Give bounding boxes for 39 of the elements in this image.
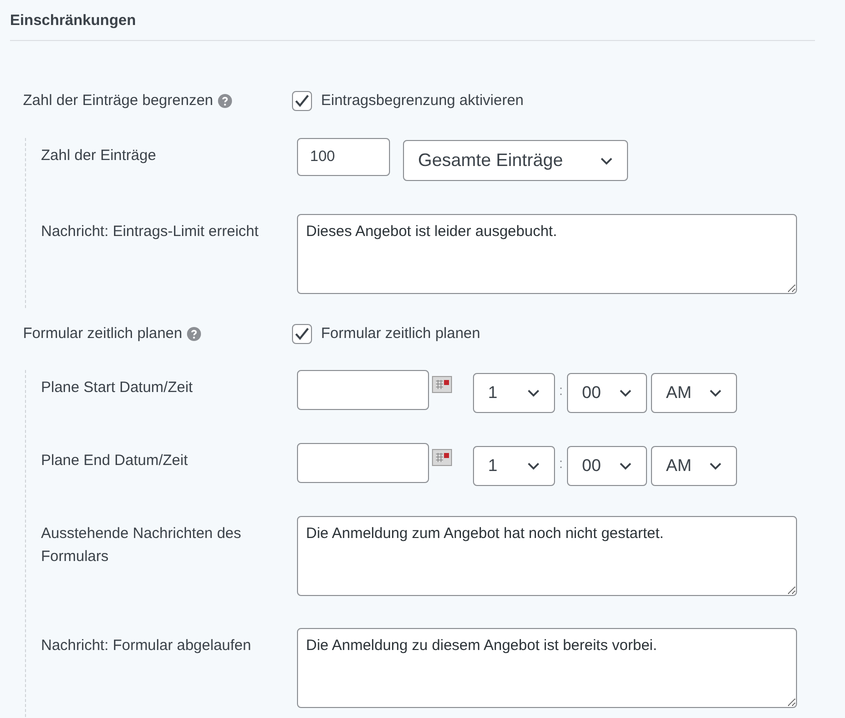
section-title: Einschränkungen bbox=[10, 11, 137, 31]
time-separator: : bbox=[558, 381, 564, 400]
dropdown[interactable]: Gesamte Einträge bbox=[403, 140, 628, 181]
checkbox[interactable] bbox=[292, 91, 312, 111]
message-field[interactable]: Dieses Angebot ist leider ausgebucht. bbox=[297, 214, 797, 294]
chevron-icon bbox=[527, 462, 540, 470]
message-field[interactable]: Die Anmeldung zu diesem Angebot ist bereits vorbei. bbox=[297, 628, 797, 708]
dropdown[interactable]: AM bbox=[651, 446, 737, 486]
number-field[interactable]: 100 bbox=[297, 138, 390, 176]
group-label: Formular zeitlich planen bbox=[23, 324, 182, 344]
help-icon[interactable] bbox=[187, 327, 202, 341]
checkbox[interactable] bbox=[292, 324, 312, 344]
dropdown[interactable]: 00 bbox=[567, 373, 647, 413]
time-separator: : bbox=[558, 454, 564, 473]
chevron-icon bbox=[709, 389, 722, 397]
chevron-icon bbox=[527, 389, 540, 397]
checkbox-label: Formular zeitlich planen bbox=[321, 324, 480, 344]
dropdown[interactable]: 1 bbox=[473, 446, 555, 486]
field-label: Nachricht: Eintrags-Limit erreicht bbox=[40, 222, 260, 242]
chevron-icon bbox=[600, 156, 613, 164]
chevron-icon bbox=[619, 462, 632, 470]
calendar-icon[interactable] bbox=[432, 449, 452, 466]
field-label: Nachricht: Formular abgelaufen bbox=[40, 636, 252, 656]
date-field[interactable] bbox=[297, 443, 429, 483]
field-label: Ausstehende Nachrichten des Formulars bbox=[40, 524, 242, 567]
checkbox-label: Eintragsbegrenzung aktivieren bbox=[321, 90, 524, 111]
dropdown[interactable]: 1 bbox=[473, 373, 555, 413]
message-field[interactable]: Die Anmeldung zum Angebot hat noch nicht gestartet. bbox=[297, 516, 797, 596]
field-label: Zahl der Einträge bbox=[40, 146, 158, 166]
field-label: Plane Start Datum/Zeit bbox=[40, 378, 194, 398]
field-label: Plane End Datum/Zeit bbox=[40, 451, 189, 471]
help-icon[interactable] bbox=[218, 94, 232, 108]
calendar-icon[interactable] bbox=[432, 376, 452, 393]
dropdown[interactable]: AM bbox=[651, 373, 737, 413]
date-field[interactable] bbox=[297, 370, 429, 410]
dropdown[interactable]: 00 bbox=[567, 446, 647, 486]
chevron-icon bbox=[709, 462, 722, 470]
chevron-icon bbox=[619, 389, 632, 397]
group-label: Zahl der Einträge begrenzen bbox=[23, 90, 214, 111]
